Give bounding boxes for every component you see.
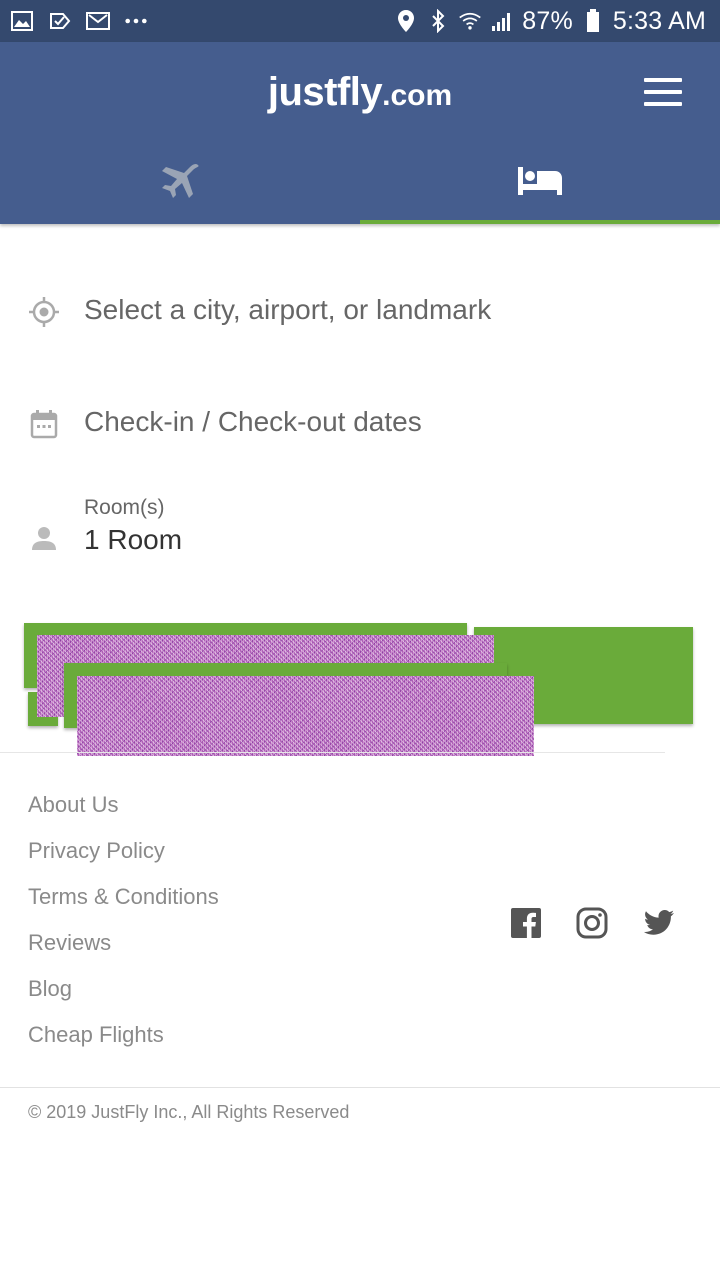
- rooms-label: Room(s): [84, 496, 165, 519]
- app-header: justfly.com: [0, 42, 720, 224]
- more-dots-icon: [124, 9, 148, 33]
- target-location-icon: [28, 296, 60, 328]
- search-button-area[interactable]: [0, 620, 720, 760]
- footer-links: About Us Privacy Policy Terms & Conditio…: [28, 788, 219, 1064]
- mail-icon: [86, 9, 110, 33]
- facebook-icon[interactable]: [509, 906, 543, 940]
- footer-link-about[interactable]: About Us: [28, 788, 219, 834]
- status-left-icons: [10, 8, 148, 34]
- bed-icon: [517, 165, 563, 202]
- status-bar: 87% 5:33 AM: [0, 0, 720, 42]
- check-icon: [48, 9, 72, 33]
- logo-tld: .com: [382, 79, 453, 112]
- divider: [0, 752, 665, 753]
- redacted-block: [77, 676, 534, 756]
- dates-placeholder: Check-in / Check-out dates: [84, 406, 422, 437]
- footer-link-privacy[interactable]: Privacy Policy: [28, 834, 219, 880]
- footer-link-cheap-flights[interactable]: Cheap Flights: [28, 1018, 219, 1064]
- signal-icon: [490, 9, 514, 33]
- dates-field[interactable]: Check-in / Check-out dates: [0, 392, 720, 456]
- battery-percent: 87%: [522, 6, 573, 35]
- battery-icon: [581, 9, 605, 33]
- hamburger-menu-icon[interactable]: [644, 78, 682, 108]
- location-field[interactable]: Select a city, airport, or landmark: [0, 280, 720, 344]
- copyright-text: © 2019 JustFly Inc., All Rights Reserved: [28, 1102, 350, 1122]
- rooms-value: 1 Room: [84, 524, 183, 555]
- airplane-icon: [160, 163, 200, 204]
- location-pin-icon: [394, 9, 418, 33]
- footer-link-reviews[interactable]: Reviews: [28, 926, 219, 972]
- site-logo[interactable]: justfly.com: [0, 70, 720, 115]
- logo-brand: justfly: [267, 70, 383, 114]
- footer-divider: [0, 1087, 720, 1088]
- bluetooth-icon: [426, 9, 450, 33]
- gallery-icon: [10, 9, 34, 33]
- person-icon: [28, 522, 60, 554]
- status-right: 87% 5:33 AM: [394, 6, 706, 36]
- active-tab-indicator: [360, 220, 720, 224]
- location-placeholder: Select a city, airport, or landmark: [84, 294, 492, 325]
- instagram-icon[interactable]: [575, 906, 609, 940]
- footer-link-terms[interactable]: Terms & Conditions: [28, 880, 219, 926]
- twitter-icon[interactable]: [642, 906, 676, 940]
- tab-flights[interactable]: [0, 142, 360, 224]
- tab-hotels[interactable]: [360, 142, 720, 224]
- wifi-icon: [458, 9, 482, 33]
- footer-link-blog[interactable]: Blog: [28, 972, 219, 1018]
- clock: 5:33 AM: [612, 6, 706, 35]
- rooms-field[interactable]: Room(s) 1 Room: [0, 490, 720, 570]
- calendar-icon: [28, 408, 60, 440]
